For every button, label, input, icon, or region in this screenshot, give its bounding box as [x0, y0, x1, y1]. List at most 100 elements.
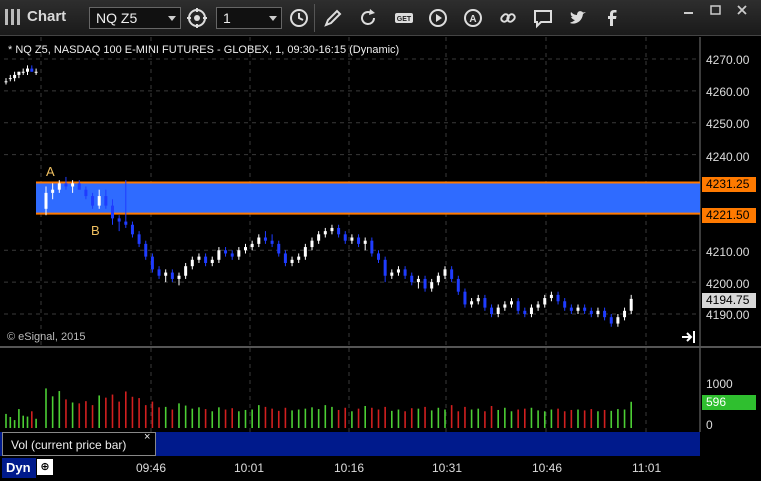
last-price-tag: 4194.75 — [702, 293, 756, 308]
candle-body — [164, 272, 168, 276]
candle-body — [443, 269, 447, 276]
annotation-b[interactable]: B — [91, 223, 100, 238]
candle-body — [596, 310, 600, 314]
interval-input[interactable]: 1 — [216, 7, 282, 29]
candle-body — [343, 234, 347, 241]
candle-body — [556, 294, 560, 302]
volume-tick: 1000 — [706, 377, 733, 391]
candle-body — [576, 307, 580, 311]
dynamic-mode-button[interactable]: Dyn — [2, 458, 36, 478]
candle-body — [244, 247, 247, 251]
candle-body — [4, 81, 8, 83]
candle-body — [117, 218, 121, 222]
candle-body — [197, 256, 201, 260]
settings-icon[interactable] — [186, 7, 208, 29]
candle-body — [144, 243, 148, 257]
volume-study-label[interactable]: Vol (current price bar) — [2, 432, 156, 456]
candle-body — [403, 269, 407, 276]
zone-upper-price-tag: 4231.25 — [702, 177, 756, 192]
interval-value: 1 — [223, 10, 231, 26]
minimize-icon[interactable] — [680, 3, 700, 17]
candle-body — [230, 253, 234, 257]
candle-body — [17, 71, 21, 75]
twitter-icon[interactable] — [567, 7, 589, 29]
price-pane[interactable]: * NQ Z5, NASDAQ 100 E-MINI FUTURES - GLO… — [0, 37, 761, 346]
drag-grip-icon[interactable] — [5, 9, 21, 25]
svg-text:GET: GET — [397, 16, 412, 23]
candle-body — [357, 237, 361, 244]
candle-body — [111, 205, 114, 219]
svg-text:A: A — [469, 14, 476, 25]
chart-info-label: * NQ Z5, NASDAQ 100 E-MINI FUTURES - GLO… — [8, 44, 400, 56]
chevron-down-icon[interactable] — [269, 16, 277, 21]
price-tick: 4190.00 — [706, 308, 750, 322]
zone-lower-price-tag: 4221.50 — [702, 208, 756, 223]
volume-tick: 0 — [706, 418, 713, 432]
candle-body — [250, 243, 254, 248]
candle-body — [529, 307, 533, 314]
draw-pencil-icon[interactable] — [322, 7, 344, 29]
annotation-a[interactable]: A — [46, 164, 55, 179]
window-title: Chart — [27, 8, 67, 25]
time-label: 10:01 — [234, 461, 265, 475]
facebook-icon[interactable] — [601, 7, 623, 29]
maximize-icon[interactable] — [706, 3, 726, 17]
candle-body — [104, 196, 108, 206]
candle-body — [204, 256, 208, 263]
price-chart[interactable] — [0, 37, 761, 346]
candle-body — [423, 278, 427, 289]
candle-body — [456, 278, 460, 292]
candle-body — [430, 282, 434, 289]
candle-body — [44, 192, 48, 209]
candle-body — [290, 259, 294, 263]
refresh-icon[interactable] — [357, 7, 379, 29]
chevron-down-icon[interactable] — [168, 16, 176, 21]
candle-body — [303, 247, 307, 257]
clock-icon[interactable] — [288, 7, 310, 29]
chart-toolbar: Chart NQ Z5 1 GET A — [0, 0, 761, 36]
symbol-link-icon[interactable]: ⊕ — [37, 459, 53, 475]
alert-icon[interactable]: A — [462, 7, 484, 29]
candle-body — [549, 294, 553, 299]
candle-body — [543, 298, 547, 305]
price-tick: 4200.00 — [706, 277, 750, 291]
price-tick: 4270.00 — [706, 53, 750, 67]
close-study-icon[interactable]: × — [144, 431, 150, 443]
price-tick: 4240.00 — [706, 150, 750, 164]
candle-body — [536, 304, 540, 308]
volume-chart[interactable] — [0, 348, 761, 432]
scroll-to-end-icon[interactable] — [681, 330, 697, 344]
symbol-value: NQ Z5 — [96, 10, 138, 26]
candle-body — [616, 317, 620, 324]
price-tick: 4260.00 — [706, 85, 750, 99]
price-tick: 4250.00 — [706, 117, 750, 131]
candle-body — [257, 237, 261, 244]
close-icon[interactable] — [733, 3, 753, 17]
candle-body — [8, 78, 12, 80]
time-label: 10:16 — [334, 461, 365, 475]
candle-body — [64, 183, 68, 187]
comment-icon[interactable] — [532, 7, 554, 29]
candle-body — [51, 189, 55, 193]
candle-body — [84, 189, 88, 197]
candle-body — [396, 269, 400, 273]
candle-body — [603, 310, 607, 318]
symbol-input[interactable]: NQ Z5 — [89, 7, 181, 29]
candle-body — [310, 240, 314, 248]
time-label: 11:01 — [632, 461, 662, 475]
candle-body — [563, 301, 567, 308]
candle-body — [21, 71, 25, 73]
price-tick: 4210.00 — [706, 245, 750, 259]
candle-body — [350, 237, 354, 241]
candle-body — [34, 71, 38, 73]
play-icon[interactable] — [427, 7, 449, 29]
candle-body — [57, 183, 61, 190]
time-label: 09:46 — [136, 461, 167, 475]
candle-body — [26, 68, 29, 72]
candle-body — [370, 240, 374, 254]
get-icon[interactable]: GET — [393, 7, 415, 29]
candle-body — [190, 259, 194, 267]
candle-body — [330, 227, 334, 232]
link-icon[interactable] — [497, 7, 519, 29]
candle-body — [137, 234, 141, 244]
